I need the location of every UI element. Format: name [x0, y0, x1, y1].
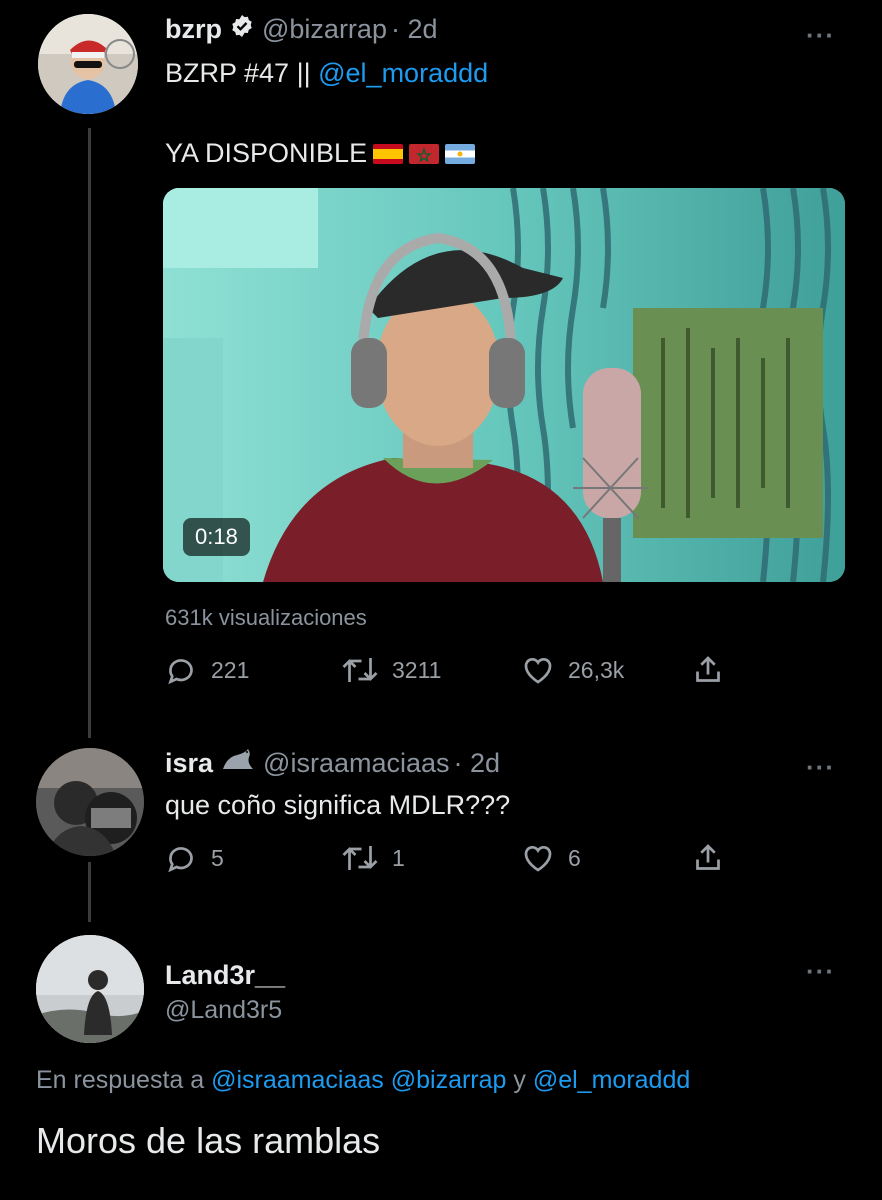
share-icon: [696, 656, 720, 682]
share-button[interactable]: [690, 840, 726, 876]
video-player[interactable]: 0:18: [163, 188, 845, 582]
tweet-time[interactable]: · 2d: [391, 14, 438, 45]
mention-link[interactable]: @israamaciaas @bizarrap: [211, 1066, 506, 1094]
retweet-button[interactable]: 1: [340, 840, 405, 876]
argentina-flag-icon: [445, 143, 476, 164]
tweet-title: BZRP #47 ||: [165, 58, 311, 88]
tweet-time[interactable]: · 2d: [454, 748, 501, 779]
seal-emoji-icon: [221, 747, 255, 780]
reply-button[interactable]: 221: [163, 652, 249, 688]
reply-count: 5: [211, 844, 224, 871]
heart-icon: [524, 658, 552, 684]
verified-badge-icon: [230, 14, 254, 45]
morocco-flag-icon: [409, 143, 440, 164]
reply-count: 221: [211, 656, 250, 683]
thread-line: [88, 128, 91, 738]
video-duration: 0:18: [195, 524, 238, 549]
tweet-body: Moros de las ramblas: [36, 1120, 381, 1161]
like-count: 26,3k: [568, 656, 625, 683]
author-name[interactable]: isra: [165, 748, 213, 779]
tweet-body: que coño significa MDLR???: [165, 790, 511, 820]
more-options-icon[interactable]: ···: [806, 754, 835, 780]
author-name[interactable]: Land3r__: [165, 960, 285, 991]
author-handle[interactable]: @israamaciaas: [263, 748, 449, 779]
retweet-icon: [342, 658, 378, 682]
more-options-icon[interactable]: ···: [806, 22, 835, 48]
author-handle[interactable]: @Land3r5: [165, 996, 282, 1025]
like-button[interactable]: 26,3k: [520, 652, 624, 688]
retweet-count: 1: [392, 844, 405, 871]
avatar[interactable]: [36, 935, 144, 1043]
heart-icon: [524, 846, 552, 872]
thread-line: [88, 862, 91, 922]
reply-context: En respuesta a @israamaciaas @bizarrap y…: [36, 1066, 690, 1095]
reply-button[interactable]: 5: [163, 840, 224, 876]
view-count[interactable]: 631k visualizaciones: [165, 605, 367, 631]
reply-prefix: En respuesta a: [36, 1066, 205, 1094]
more-options-icon[interactable]: ···: [806, 958, 835, 984]
author-name[interactable]: bzrp: [165, 14, 222, 45]
reply-conjunction: y: [513, 1066, 526, 1094]
retweet-count: 3211: [392, 656, 442, 683]
tweet-body: YA DISPONIBLE: [165, 138, 368, 168]
like-count: 6: [568, 844, 581, 871]
spain-flag-icon: [373, 143, 404, 164]
retweet-icon: [342, 846, 378, 870]
reply-icon: [168, 847, 193, 873]
retweet-button[interactable]: 3211: [340, 652, 441, 688]
video-thumbnail: [163, 188, 845, 582]
like-button[interactable]: 6: [520, 840, 581, 876]
mention-link[interactable]: @el_moraddd: [318, 58, 488, 88]
avatar[interactable]: [36, 748, 144, 856]
author-handle[interactable]: @bizarrap: [262, 14, 387, 45]
reply-icon: [168, 659, 193, 685]
avatar[interactable]: [38, 14, 138, 114]
share-icon: [696, 844, 720, 870]
share-button[interactable]: [690, 652, 726, 688]
mention-link[interactable]: @el_moraddd: [533, 1066, 690, 1094]
video-duration-badge: 0:18: [183, 518, 250, 556]
